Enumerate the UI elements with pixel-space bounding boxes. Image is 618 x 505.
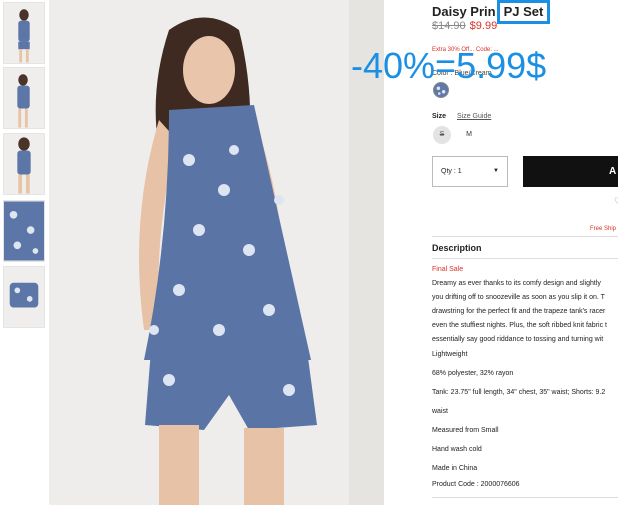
divider: [432, 497, 618, 498]
quantity-value: Qty : 1: [441, 168, 462, 175]
description-line: waist: [432, 408, 448, 415]
size-label: Size: [432, 113, 447, 120]
free-shipping-text: Free Ship: [590, 226, 617, 232]
price: $14.90 $9.99: [432, 20, 497, 32]
description-line: Dreamy as ever thanks to its comfy desig…: [432, 280, 601, 287]
title-prefix: Daisy Prin: [432, 4, 496, 19]
description-line: essentially say good riddance to tossing…: [432, 336, 604, 343]
description-line: Measured from Small: [432, 427, 499, 434]
thumbnail-1[interactable]: [3, 2, 45, 64]
thumbnail-2[interactable]: [3, 67, 45, 129]
description-line: even the stuffiest nights. Plus, the sof…: [432, 322, 607, 329]
divider: [432, 236, 618, 237]
size-guide-link[interactable]: Size Guide: [457, 113, 491, 120]
description-line: Tank: 23.75" full length, 34" chest, 35"…: [432, 389, 606, 396]
heart-icon[interactable]: ♡: [614, 196, 618, 207]
discount-overlay-text: -40%=5.99$: [351, 45, 547, 86]
original-price: $14.90: [432, 20, 466, 32]
size-option-s[interactable]: S: [433, 126, 451, 144]
main-product-image[interactable]: [49, 0, 384, 505]
description-line: Lightweight: [432, 351, 468, 358]
size-option-m[interactable]: M: [460, 126, 478, 144]
add-to-bag-button[interactable]: A: [523, 156, 618, 187]
final-sale-label: Final Sale: [432, 266, 464, 273]
quantity-select[interactable]: Qty : 1 ▼: [432, 156, 508, 187]
sale-price: $9.99: [469, 20, 498, 32]
thumbnail-3[interactable]: [3, 133, 45, 195]
thumbnail-5[interactable]: [3, 266, 45, 328]
divider: [432, 258, 618, 259]
thumbnail-4[interactable]: [3, 200, 45, 262]
description-line: drawstring for the perfect fit and the t…: [432, 308, 606, 315]
description-title[interactable]: Description: [432, 243, 482, 253]
description-line: Made in China: [432, 465, 478, 472]
caret-down-icon: ▼: [493, 168, 499, 174]
description-line: 68% polyester, 32% rayon: [432, 370, 514, 377]
description-line: Hand wash cold: [432, 446, 482, 453]
description-line: you drifting off to snoozeville as soon …: [432, 294, 605, 301]
product-code: Product Code : 2000076606: [432, 481, 520, 488]
title-highlight: PJ Set: [496, 0, 551, 24]
